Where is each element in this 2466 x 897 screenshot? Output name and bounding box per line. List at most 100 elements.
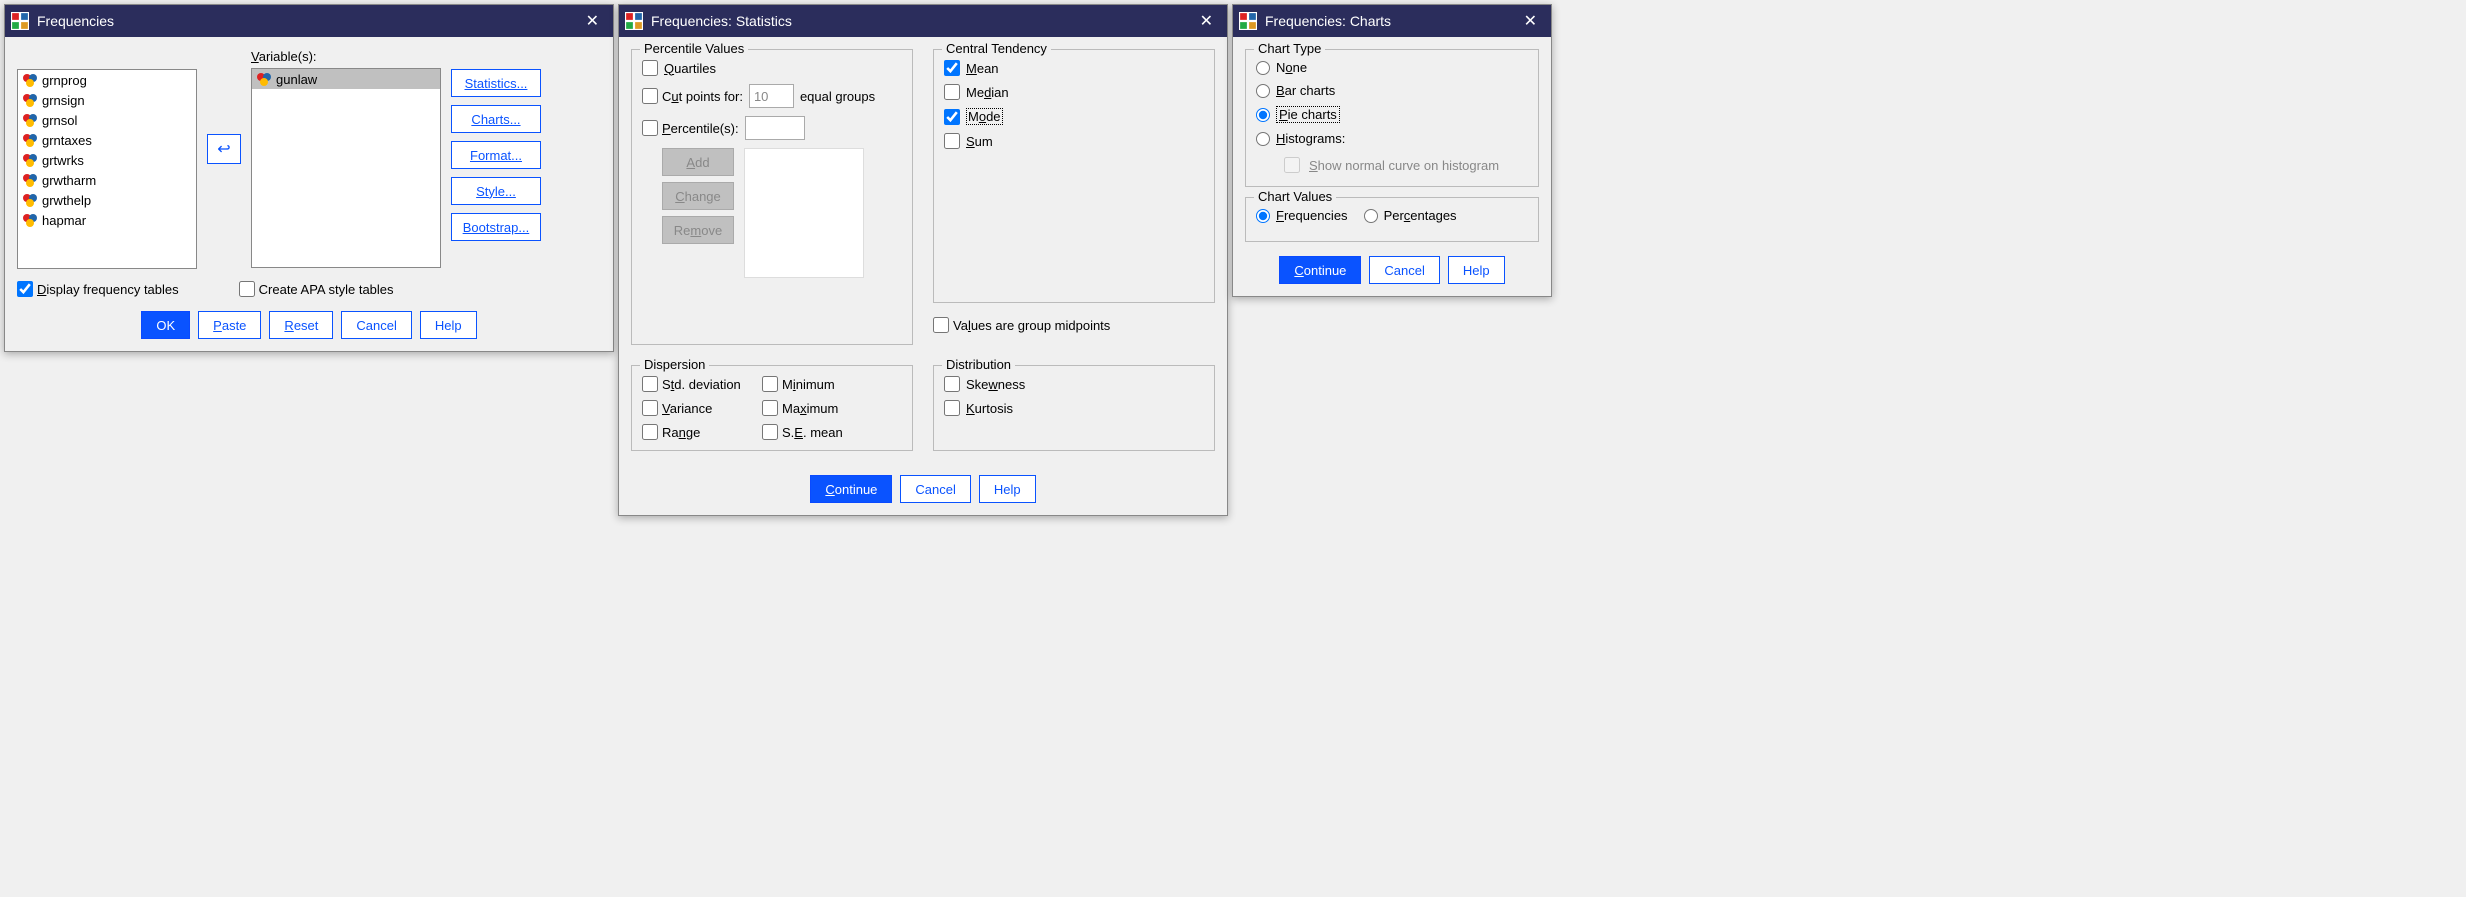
minimum-checkbox[interactable]: Minimum	[762, 376, 882, 392]
list-item[interactable]: grwtharm	[18, 170, 196, 190]
pie-charts-radio-input[interactable]	[1256, 108, 1270, 122]
checkbox-label: Percentile(s):	[662, 121, 739, 136]
mode-checkbox[interactable]: Mode	[944, 108, 1204, 125]
cancel-button[interactable]: Cancel	[900, 475, 970, 503]
remove-percentile-button[interactable]: Remove	[662, 216, 734, 244]
skewness-input[interactable]	[944, 376, 960, 392]
help-button[interactable]: Help	[1448, 256, 1505, 284]
values-group-midpoints-checkbox[interactable]: Values are group midpoints	[933, 317, 1110, 333]
style-button[interactable]: Style...	[451, 177, 541, 205]
median-checkbox[interactable]: Median	[944, 84, 1204, 100]
list-item[interactable]: grtwrks	[18, 150, 196, 170]
percentile-list[interactable]	[744, 148, 864, 278]
quartiles-checkbox[interactable]: Quartiles	[642, 60, 902, 76]
percentages-radio[interactable]: Percentages	[1364, 208, 1457, 223]
help-button[interactable]: Help	[420, 311, 477, 339]
list-item[interactable]: grntaxes	[18, 130, 196, 150]
show-normal-curve-checkbox: Show normal curve on histogram	[1280, 154, 1528, 176]
kurtosis-checkbox[interactable]: Kurtosis	[944, 400, 1204, 416]
mode-input[interactable]	[944, 109, 960, 125]
cut-points-checkbox[interactable]: Cut points for:	[642, 88, 743, 104]
range-input[interactable]	[642, 424, 658, 440]
bootstrap-button[interactable]: Bootstrap...	[451, 213, 541, 241]
display-frequency-tables-input[interactable]	[17, 281, 33, 297]
list-item[interactable]: grnprog	[18, 70, 196, 90]
variable-name: grnsign	[42, 93, 85, 108]
none-radio-input[interactable]	[1256, 61, 1270, 75]
selected-variable-list[interactable]: gunlaw	[251, 68, 441, 268]
kurtosis-input[interactable]	[944, 400, 960, 416]
format-button[interactable]: Format...	[451, 141, 541, 169]
paste-button[interactable]: Paste	[198, 311, 261, 339]
checkbox-label: Maximum	[782, 401, 838, 416]
move-to-selected-button[interactable]: ↩	[207, 134, 241, 164]
checkbox-label: Sum	[966, 134, 993, 149]
create-apa-tables-checkbox[interactable]: Create APA style tables	[239, 281, 394, 297]
cancel-button[interactable]: Cancel	[1369, 256, 1439, 284]
skewness-checkbox[interactable]: Skewness	[944, 376, 1204, 392]
maximum-input[interactable]	[762, 400, 778, 416]
help-button[interactable]: Help	[979, 475, 1036, 503]
source-variable-list[interactable]: grnprog grnsign grnsol grntaxes grtwrks …	[17, 69, 197, 269]
values-group-midpoints-input[interactable]	[933, 317, 949, 333]
std-deviation-input[interactable]	[642, 376, 658, 392]
close-icon[interactable]: ✕	[1516, 11, 1545, 31]
percentages-radio-input[interactable]	[1364, 209, 1378, 223]
list-item[interactable]: grnsol	[18, 110, 196, 130]
group-legend: Central Tendency	[942, 41, 1051, 56]
group-legend: Chart Values	[1254, 189, 1336, 204]
minimum-input[interactable]	[762, 376, 778, 392]
bar-charts-radio[interactable]: Bar charts	[1256, 83, 1335, 98]
continue-button[interactable]: Continue	[810, 475, 892, 503]
pie-charts-radio[interactable]: Pie charts	[1256, 106, 1340, 123]
reset-button[interactable]: Reset	[269, 311, 333, 339]
se-mean-input[interactable]	[762, 424, 778, 440]
cut-points-value-input[interactable]	[749, 84, 794, 108]
percentiles-checkbox[interactable]: Percentile(s):	[642, 120, 739, 136]
show-normal-curve-input	[1284, 157, 1300, 173]
variance-input[interactable]	[642, 400, 658, 416]
group-legend: Dispersion	[640, 357, 709, 372]
checkbox-label: Display frequency tables	[37, 282, 179, 297]
maximum-checkbox[interactable]: Maximum	[762, 400, 882, 416]
frequencies-radio-input[interactable]	[1256, 209, 1270, 223]
quartiles-input[interactable]	[642, 60, 658, 76]
percentiles-input[interactable]	[642, 120, 658, 136]
none-radio[interactable]: None	[1256, 60, 1307, 75]
change-percentile-button[interactable]: Change	[662, 182, 734, 210]
continue-button[interactable]: Continue	[1279, 256, 1361, 284]
se-mean-checkbox[interactable]: S.E. mean	[762, 424, 882, 440]
list-item[interactable]: gunlaw	[252, 69, 440, 89]
bar-charts-radio-input[interactable]	[1256, 84, 1270, 98]
list-item[interactable]: hapmar	[18, 210, 196, 230]
sum-checkbox[interactable]: Sum	[944, 133, 1204, 149]
sum-input[interactable]	[944, 133, 960, 149]
add-percentile-button[interactable]: Add	[662, 148, 734, 176]
side-button-column: Statistics... Charts... Format... Style.…	[451, 49, 541, 241]
frequencies-radio[interactable]: Frequencies	[1256, 208, 1348, 223]
ok-button[interactable]: OK	[141, 311, 190, 339]
range-checkbox[interactable]: Range	[642, 424, 762, 440]
histograms-radio-input[interactable]	[1256, 132, 1270, 146]
close-icon[interactable]: ✕	[578, 11, 607, 31]
variance-checkbox[interactable]: Variance	[642, 400, 762, 416]
checkbox-label: Quartiles	[664, 61, 716, 76]
display-frequency-tables-checkbox[interactable]: Display frequency tables	[17, 281, 179, 297]
histograms-radio[interactable]: Histograms:	[1256, 131, 1345, 146]
mean-checkbox[interactable]: Mean	[944, 60, 1204, 76]
percentile-value-input[interactable]	[745, 116, 805, 140]
close-icon[interactable]: ✕	[1192, 11, 1221, 31]
cancel-button[interactable]: Cancel	[341, 311, 411, 339]
create-apa-tables-input[interactable]	[239, 281, 255, 297]
window-title: Frequencies: Statistics	[651, 13, 1192, 29]
list-item[interactable]: grnsign	[18, 90, 196, 110]
std-deviation-checkbox[interactable]: Std. deviation	[642, 376, 762, 392]
cut-points-input[interactable]	[642, 88, 658, 104]
median-input[interactable]	[944, 84, 960, 100]
mean-input[interactable]	[944, 60, 960, 76]
checkbox-label: Skewness	[966, 377, 1025, 392]
list-item[interactable]: grwthelp	[18, 190, 196, 210]
statistics-button[interactable]: Statistics...	[451, 69, 541, 97]
central-tendency-group: Central Tendency Mean Median Mode	[933, 49, 1215, 303]
charts-button[interactable]: Charts...	[451, 105, 541, 133]
